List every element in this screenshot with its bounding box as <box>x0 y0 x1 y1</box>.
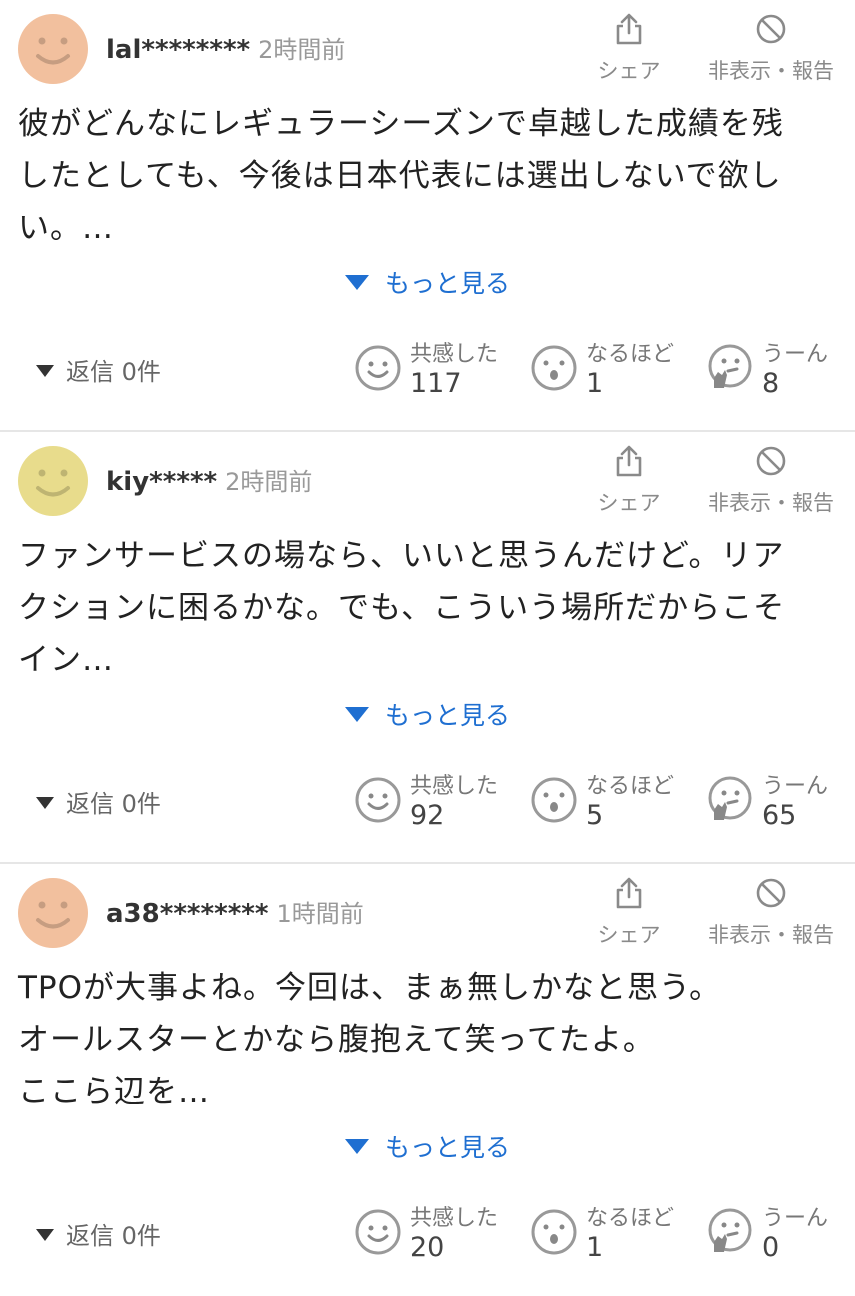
comment-text: TPOが大事よね。今回は、まぁ無しかなと思う。 オールスターとかなら腹抱えて笑っ… <box>18 962 833 1118</box>
show-more-button[interactable]: もっと見る <box>0 1128 855 1164</box>
username[interactable]: lal******** <box>106 35 250 65</box>
show-more-button[interactable]: もっと見る <box>0 264 855 300</box>
smile-face-icon <box>354 1208 402 1260</box>
hide-report-label: 非表示・報告 <box>708 491 834 515</box>
reaction-label: なるほど <box>586 1206 675 1231</box>
comment-header: a38******** 1時間前 <box>106 894 364 929</box>
hide-report-label: 非表示・報告 <box>708 923 834 947</box>
show-more-button[interactable]: もっと見る <box>0 696 855 732</box>
replies-count: 返信 0件 <box>66 790 161 818</box>
share-button[interactable]: シェア <box>594 12 664 85</box>
block-icon <box>700 12 842 51</box>
timestamp: 2時間前 <box>258 36 346 64</box>
avatar[interactable] <box>18 878 88 948</box>
replies-toggle[interactable]: 返信 0件 <box>36 352 161 387</box>
collapse-triangle-icon <box>36 797 54 809</box>
comment-line: したとしても、今後は日本代表には選出しないで欲し <box>18 158 782 194</box>
comment-text: ファンサービスの場なら、いいと思うんだけど。リア クションに困るかな。でも、こう… <box>18 530 833 686</box>
comment-header: lal******** 2時間前 <box>106 30 345 65</box>
hmm-face-icon <box>706 344 754 396</box>
expand-triangle-icon <box>344 707 369 722</box>
share-icon <box>594 444 664 483</box>
reaction-label: 共感した <box>410 774 499 799</box>
collapse-triangle-icon <box>36 365 54 377</box>
comment-header: kiy***** 2時間前 <box>106 462 312 497</box>
hide-report-button[interactable]: 非表示・報告 <box>700 876 842 949</box>
reaction-count: 20 <box>410 1232 445 1263</box>
comment-line: TPOが大事よね。今回は、まぁ無しかなと思う。 <box>18 970 722 1006</box>
share-icon <box>594 12 664 51</box>
hide-report-button[interactable]: 非表示・報告 <box>700 444 842 517</box>
comment-item: kiy***** 2時間前 シェア 非表示・報告 ファンサービスの場なら、いいと思… <box>0 432 855 864</box>
avatar[interactable] <box>18 446 88 516</box>
comment-line: 彼がどんなにレギュラーシーズンで卓越した成績を残 <box>18 106 784 142</box>
comment-list: lal******** 2時間前 シェア 非表示・報告 彼がどんなにレギュラーシー… <box>0 0 855 1296</box>
smile-face-icon <box>354 776 402 828</box>
comment-line: ここら辺を… <box>18 1074 210 1110</box>
reaction-count: 1 <box>586 368 604 399</box>
reaction-count: 5 <box>586 800 604 831</box>
hide-report-button[interactable]: 非表示・報告 <box>700 12 842 85</box>
block-icon <box>700 876 842 915</box>
reaction-count: 117 <box>410 368 462 399</box>
expand-triangle-icon <box>344 1139 369 1154</box>
replies-toggle[interactable]: 返信 0件 <box>36 1216 161 1251</box>
reaction-count: 1 <box>586 1232 604 1263</box>
comment-item: a38******** 1時間前 シェア 非表示・報告 TPOが大事よね。今回は、… <box>0 864 855 1296</box>
share-icon <box>594 876 664 915</box>
share-label: シェア <box>597 923 661 947</box>
reaction-count: 65 <box>762 800 797 831</box>
surprised-face-icon <box>530 776 578 828</box>
block-icon <box>700 444 842 483</box>
hmm-face-icon <box>706 776 754 828</box>
comment-line: い。… <box>18 210 114 246</box>
reaction-label: うーん <box>762 1206 829 1231</box>
replies-toggle[interactable]: 返信 0件 <box>36 784 161 819</box>
share-button[interactable]: シェア <box>594 876 664 949</box>
username[interactable]: a38******** <box>106 899 269 929</box>
reaction-count: 8 <box>762 368 780 399</box>
reaction-label: 共感した <box>410 1206 499 1231</box>
show-more-label: もっと見る <box>384 701 510 730</box>
reaction-label: なるほど <box>586 342 675 367</box>
show-more-label: もっと見る <box>384 1133 510 1162</box>
avatar[interactable] <box>18 14 88 84</box>
reaction-count: 0 <box>762 1232 780 1263</box>
hmm-face-icon <box>706 1208 754 1260</box>
comment-line: オールスターとかなら腹抱えて笑ってたよ。 <box>18 1022 655 1058</box>
reaction-count: 92 <box>410 800 445 831</box>
replies-count: 返信 0件 <box>66 1222 161 1250</box>
replies-count: 返信 0件 <box>66 358 161 386</box>
comment-line: クションに困るかな。でも、こういう場所だからこそ <box>18 590 786 626</box>
share-label: シェア <box>597 491 661 515</box>
collapse-triangle-icon <box>36 1229 54 1241</box>
timestamp: 1時間前 <box>276 900 364 928</box>
reaction-label: なるほど <box>586 774 675 799</box>
share-label: シェア <box>597 59 661 83</box>
comment-text: 彼がどんなにレギュラーシーズンで卓越した成績を残 したとしても、今後は日本代表に… <box>18 98 833 254</box>
username[interactable]: kiy***** <box>106 467 217 497</box>
timestamp: 2時間前 <box>225 468 313 496</box>
share-button[interactable]: シェア <box>594 444 664 517</box>
reaction-label: うーん <box>762 774 829 799</box>
smile-face-icon <box>354 344 402 396</box>
comment-line: イン… <box>18 642 114 678</box>
hide-report-label: 非表示・報告 <box>708 59 834 83</box>
reaction-label: うーん <box>762 342 829 367</box>
comment-line: ファンサービスの場なら、いいと思うんだけど。リア <box>18 538 785 574</box>
comment-item: lal******** 2時間前 シェア 非表示・報告 彼がどんなにレギュラーシー… <box>0 0 855 432</box>
reaction-label: 共感した <box>410 342 499 367</box>
surprised-face-icon <box>530 344 578 396</box>
show-more-label: もっと見る <box>384 269 510 298</box>
expand-triangle-icon <box>344 275 369 290</box>
surprised-face-icon <box>530 1208 578 1260</box>
